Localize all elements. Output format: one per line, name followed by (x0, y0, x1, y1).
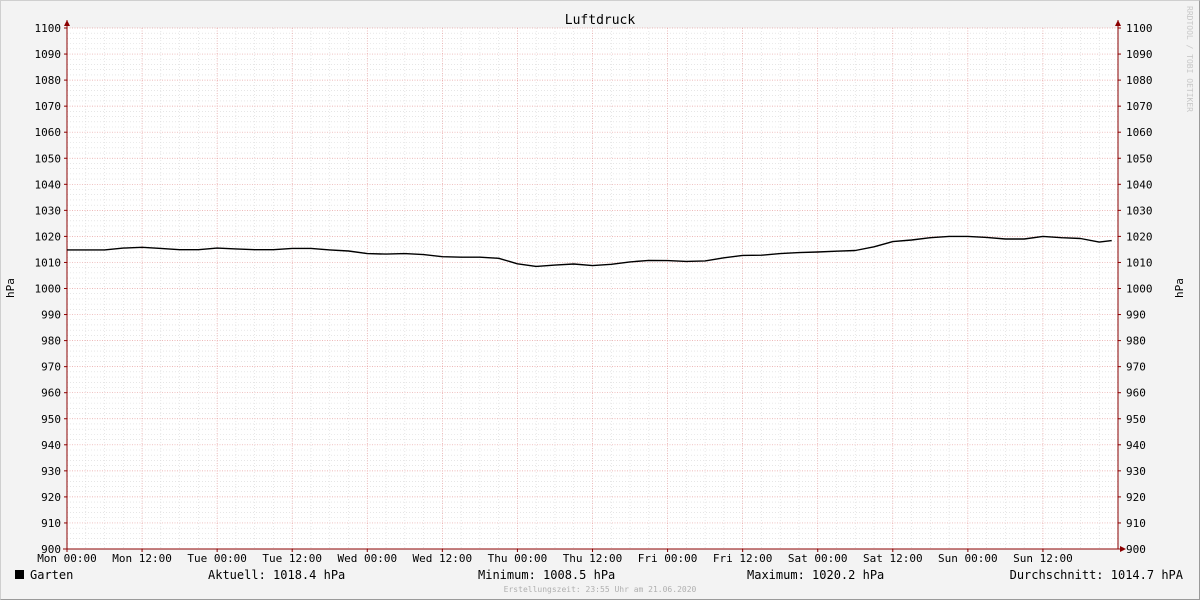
y-tick-label-left: 1050 (35, 152, 62, 165)
y-tick-label-right: 1090 (1126, 48, 1153, 61)
y-axis-label-right: hPa (1173, 278, 1186, 298)
y-tick-label-right: 950 (1126, 413, 1146, 426)
y-tick-labels-right: 900 910 920 930 940 950 960 970 980 990 1000 1010 10… (1126, 22, 1153, 556)
y-tick-label-left: 1030 (35, 204, 62, 217)
y-tick-label-left: 1020 (35, 230, 62, 243)
legend-current: Aktuell: 1018.4 hPa (208, 568, 345, 582)
y-axis-label-left: hPa (4, 278, 17, 298)
y-tick-label-left: 1080 (35, 74, 62, 87)
y-tick-label-left: 990 (41, 309, 61, 322)
x-tick-labels: Mon 00:00 Mon 12:00 Tue 00:00 Tue 12:00 Wed … (37, 552, 1073, 565)
y-tick-label-right: 930 (1126, 465, 1146, 478)
y-tick-label-right: 1070 (1126, 100, 1153, 113)
y-tick-label-left: 1000 (35, 283, 62, 296)
y-tick-label-right: 1000 (1126, 283, 1153, 296)
x-tick-label: Wed 00:00 (337, 552, 397, 565)
y-tick-label-left: 940 (41, 439, 61, 452)
y-tick-label-left: 1010 (35, 256, 62, 269)
legend-average: Durchschnitt: 1014.7 hPA (1010, 568, 1184, 582)
y-tick-label-left: 1040 (35, 178, 62, 191)
x-tick-label: Sun 00:00 (938, 552, 998, 565)
y-tick-label-right: 920 (1126, 491, 1146, 504)
right-axis-arrow-icon (1115, 20, 1121, 26)
y-tick-label-right: 1060 (1126, 126, 1153, 139)
y-tick-label-right: 1080 (1126, 74, 1153, 87)
y-tick-label-left: 1070 (35, 100, 62, 113)
y-tick-label-right: 1100 (1126, 22, 1153, 35)
x-tick-label: Sat 12:00 (863, 552, 923, 565)
y-tick-label-right: 970 (1126, 361, 1146, 374)
x-tick-label: Fri 12:00 (713, 552, 773, 565)
y-tick-label-left: 950 (41, 413, 61, 426)
y-tick-label-right: 1040 (1126, 178, 1153, 191)
x-tick-label: Mon 12:00 (112, 552, 172, 565)
chart-title: Luftdruck (565, 13, 636, 28)
y-tick-label-left: 920 (41, 491, 61, 504)
y-tick-label-right: 960 (1126, 387, 1146, 400)
y-tick-label-left: 930 (41, 465, 61, 478)
y-tick-label-right: 980 (1126, 335, 1146, 348)
x-tick-label: Sat 00:00 (788, 552, 848, 565)
y-tick-label-right: 1050 (1126, 152, 1153, 165)
y-tick-label-right: 1020 (1126, 230, 1153, 243)
x-tick-label: Sun 12:00 (1013, 552, 1073, 565)
y-tick-label-left: 1060 (35, 126, 62, 139)
legend-maximum: Maximum: 1020.2 hPa (747, 568, 884, 582)
y-tick-label-right: 910 (1126, 517, 1146, 530)
y-tick-label-right: 1010 (1126, 256, 1153, 269)
y-tick-label-right: 900 (1126, 543, 1146, 556)
line-chart: 900 910 920 930 940 950 960 970 980 990 1000 1010 10… (4, 6, 1194, 594)
x-tick-label: Fri 00:00 (638, 552, 698, 565)
legend-minimum: Minimum: 1008.5 hPa (478, 568, 615, 582)
legend-series-name: Garten (30, 568, 73, 582)
x-tick-label: Tue 00:00 (187, 552, 247, 565)
x-tick-label: Wed 12:00 (413, 552, 473, 565)
x-tick-label: Thu 12:00 (563, 552, 623, 565)
y-tick-label-left: 1100 (35, 22, 62, 35)
watermark: RRDTOOL / TOBI OETIKER (1185, 6, 1194, 112)
left-axis-arrow-icon (64, 20, 70, 26)
x-tick-label: Tue 12:00 (262, 552, 322, 565)
y-tick-label-left: 970 (41, 361, 61, 374)
y-tick-label-left: 960 (41, 387, 61, 400)
footer-timestamp: Erstellungszeit: 23:55 Uhr am 21.06.2020 (504, 585, 697, 594)
y-tick-labels-left: 9009109209309409509609709809901000101010… (35, 22, 62, 556)
y-tick-label-left: 980 (41, 335, 61, 348)
x-tick-label: Thu 00:00 (488, 552, 548, 565)
y-tick-label-right: 990 (1126, 309, 1146, 322)
y-tick-label-right: 1030 (1126, 204, 1153, 217)
legend-swatch (15, 570, 24, 579)
x-tick-label: Mon 00:00 (37, 552, 97, 565)
y-tick-label-left: 1090 (35, 48, 62, 61)
y-tick-label-left: 910 (41, 517, 61, 530)
y-tick-label-right: 940 (1126, 439, 1146, 452)
